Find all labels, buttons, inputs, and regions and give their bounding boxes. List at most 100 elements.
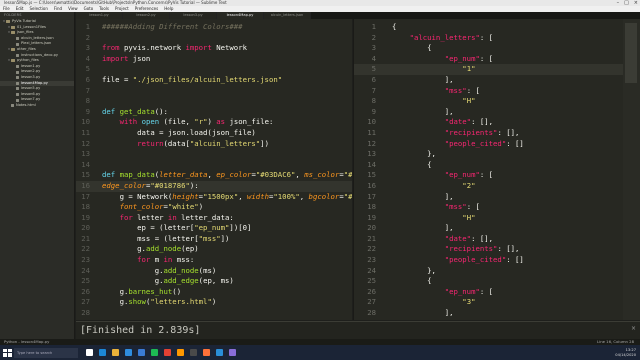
line-number: 12 <box>367 138 376 148</box>
line-number: 17 <box>81 191 90 201</box>
code-line: }, <box>392 149 524 160</box>
tab[interactable]: lesson3.py <box>170 12 217 19</box>
code-token: "2" <box>462 180 476 190</box>
taskbar-search[interactable]: Type here to search <box>14 347 78 358</box>
code-token: in <box>163 255 173 265</box>
explorer-icon[interactable] <box>112 349 119 356</box>
system-tray-clock[interactable]: 13:27 04/14/2020 <box>615 348 636 357</box>
code-token: "H" <box>462 96 476 106</box>
code-line: ], <box>392 107 524 118</box>
code-line: g.add_node(ep) <box>102 244 352 255</box>
code-token: "#018786" <box>150 180 190 190</box>
vscode-icon[interactable] <box>216 349 223 356</box>
code-token: "ep_num" <box>444 286 480 296</box>
line-number: 2 <box>85 32 90 42</box>
code-token: for <box>137 255 151 265</box>
sidebar-item[interactable]: Notes.html <box>0 103 74 109</box>
code-token: "#222222" <box>343 191 352 201</box>
code-token: "1" <box>462 64 476 74</box>
code-token: as <box>216 117 226 127</box>
windows-start-icon[interactable] <box>2 348 12 358</box>
code-token: in <box>167 212 177 222</box>
code-token: show <box>128 297 146 307</box>
edge-icon[interactable] <box>99 349 106 356</box>
line-number: 20 <box>367 223 376 233</box>
code-token: width <box>247 191 269 201</box>
code-token: g = Network( <box>102 191 173 201</box>
code-editor-left[interactable]: 1 2 3 4 5 6 7 8 9 10 11 12 13 14 15 16 17 18 19 20 21 22 23 24 2… <box>76 19 352 320</box>
code-line: }, <box>392 266 524 277</box>
line-number: 10 <box>81 117 90 127</box>
folder-icon <box>11 25 15 29</box>
app-icon[interactable] <box>229 349 236 356</box>
code-line: "H" <box>392 213 524 224</box>
code-token: g. <box>102 265 164 275</box>
code-lines[interactable]: { "alcuin_letters": [ { "ep_num": [ "1" … <box>392 22 524 320</box>
code-line: "mss": [ <box>392 202 524 213</box>
tab[interactable]: alcuin_letters.json <box>264 12 311 19</box>
code-token: open <box>141 117 160 127</box>
code-token: () <box>185 319 194 320</box>
code-line: ], <box>392 308 524 319</box>
line-number: 8 <box>85 96 90 106</box>
chrome-icon[interactable] <box>164 349 171 356</box>
file-icon <box>16 93 19 97</box>
store-icon[interactable] <box>125 349 132 356</box>
code-token: (ms) <box>198 265 217 275</box>
build-output-panel: [Finished in 2.839s] × <box>76 321 640 339</box>
line-number: 3 <box>371 43 376 53</box>
sublime-icon[interactable] <box>177 349 184 356</box>
spotify-icon[interactable] <box>151 349 158 356</box>
tab[interactable]: lesson2.py <box>123 12 170 19</box>
line-number: 6 <box>371 74 376 84</box>
code-token: letter <box>132 212 168 222</box>
minimap-viewport[interactable] <box>625 23 637 83</box>
code-line: ], <box>392 192 524 203</box>
clock-date: 04/14/2020 <box>615 352 636 357</box>
code-line: def get_data(): <box>102 107 352 118</box>
code-line: ######Adding Different Colors### <box>102 22 352 33</box>
file-icon <box>11 104 14 108</box>
code-token: { <box>392 159 432 169</box>
code-token: import <box>185 43 212 53</box>
code-token: : [ <box>479 53 494 63</box>
code-editor-right[interactable]: 1 2 3 4 5 6 7 8 9 10 11 12 13 14 15 16 17 18 19 20 21 22 23 24 2… <box>353 19 623 320</box>
line-number: 28 <box>81 308 90 318</box>
code-token: add_edge <box>163 276 199 286</box>
minimap[interactable] <box>623 19 640 320</box>
firefox-icon[interactable] <box>203 349 210 356</box>
code-token: (ep, ms) <box>198 276 234 286</box>
code-token: from <box>102 43 120 53</box>
taskview-icon[interactable] <box>86 349 93 356</box>
code-token: : [], <box>471 117 494 127</box>
file-icon <box>16 81 19 85</box>
file-icon <box>16 37 19 41</box>
code-lines[interactable]: ######Adding Different Colors### from py… <box>102 22 352 320</box>
tab[interactable]: lesson1.py <box>76 12 123 19</box>
code-line: { <box>392 160 524 171</box>
code-line: { <box>392 276 524 287</box>
code-token: "#03DAC6" <box>255 170 296 180</box>
code-token: font_color <box>119 202 164 212</box>
code-token: }, <box>392 265 436 275</box>
tab-bar: lesson1.py lesson2.py lesson3.py lesson4Map… <box>76 12 640 19</box>
code-token: Network <box>211 43 247 53</box>
mail-icon[interactable] <box>138 349 145 356</box>
line-number: 18 <box>367 202 376 212</box>
tab[interactable]: lesson4Map.py <box>217 12 264 19</box>
line-number: 23 <box>367 255 376 265</box>
code-line: { <box>392 43 524 54</box>
code-token: ]) <box>220 233 230 243</box>
code-token: ])[0] <box>229 223 252 233</box>
terminal-icon[interactable] <box>190 349 197 356</box>
close-panel-icon[interactable]: × <box>631 325 636 332</box>
code-line: file = "./json_files/alcuin_letters.json… <box>102 75 352 86</box>
line-number: 13 <box>81 149 90 159</box>
